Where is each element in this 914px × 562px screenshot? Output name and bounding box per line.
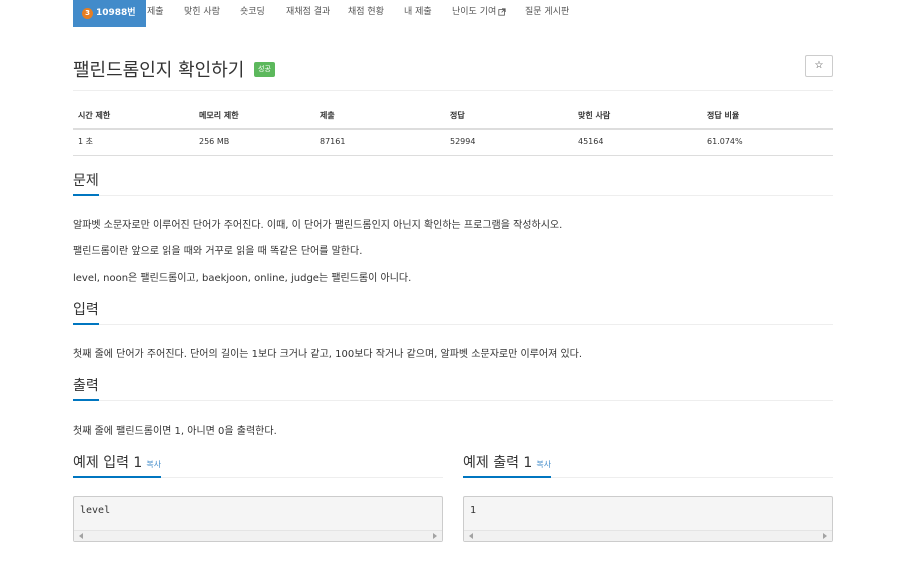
header-memory-limit: 메모리 제한 — [194, 106, 315, 130]
sample-output-scrollbar[interactable] — [464, 530, 832, 541]
problem-heading-bar: 문제 — [73, 172, 833, 196]
status-badge: 성공 — [254, 62, 275, 77]
sample-output-box[interactable]: 1 — [463, 496, 833, 542]
sample-input-value: level — [80, 505, 111, 516]
scroll-left-icon[interactable] — [469, 533, 473, 539]
sample-output-value: 1 — [470, 505, 477, 516]
sample-output-title: 예제 출력 1 — [463, 455, 533, 471]
problem-line-1: 알파벳 소문자로만 이루어진 단어가 주어진다. 이때, 이 단어가 팰린드롬인… — [73, 220, 563, 231]
value-submissions: 87161 — [315, 129, 445, 156]
header-time-limit: 시간 제한 — [73, 106, 194, 130]
header-accepted: 정답 — [445, 106, 573, 130]
sample-input-box[interactable]: level — [73, 496, 443, 542]
info-header-row: 시간 제한 메모리 제한 제출 정답 맞힌 사람 정답 비율 — [73, 106, 833, 130]
star-icon: ☆ — [814, 60, 824, 71]
nav-tab-rejudge-results[interactable]: 재채점 결과 — [286, 0, 330, 27]
output-description: 첫째 줄에 팰린드롬이면 1, 아니면 0을 출력한다. — [73, 426, 277, 437]
title-divider — [73, 90, 833, 91]
value-solved-users: 45164 — [573, 129, 702, 156]
problem-section: 문제 — [73, 172, 833, 196]
input-section: 입력 — [73, 301, 833, 325]
scroll-left-icon[interactable] — [79, 533, 83, 539]
nav-tab-submit[interactable]: 제출 — [147, 0, 164, 27]
external-link-icon — [498, 7, 506, 16]
nav-tab-problem[interactable]: 3 10988번 — [73, 0, 146, 27]
problem-heading: 문제 — [73, 170, 99, 196]
output-section: 출력 — [73, 377, 833, 401]
input-description: 첫째 줄에 단어가 주어진다. 단어의 길이는 1보다 크거나 같고, 100보… — [73, 349, 583, 360]
output-heading-bar: 출력 — [73, 377, 833, 401]
scroll-right-icon[interactable] — [433, 533, 437, 539]
tier-badge-icon: 3 — [82, 8, 93, 19]
nav-tab-short-coding[interactable]: 숏코딩 — [240, 0, 265, 27]
page-title: 팰린드롬인지 확인하기 — [73, 60, 245, 81]
copy-output-link[interactable]: 복사 — [536, 460, 551, 469]
copy-input-link[interactable]: 복사 — [146, 460, 161, 469]
problem-line-2: 팰린드롬이란 앞으로 읽을 때와 거꾸로 읽을 때 똑같은 단어를 말한다. — [73, 246, 363, 257]
nav-tab-solved-users[interactable]: 맞힌 사람 — [184, 0, 220, 27]
value-memory-limit: 256 MB — [194, 129, 315, 156]
sample-input-title: 예제 입력 1 — [73, 455, 143, 471]
info-value-row: 1 초 256 MB 87161 52994 45164 61.074% — [73, 129, 833, 156]
problem-info-table: 시간 제한 메모리 제한 제출 정답 맞힌 사람 정답 비율 1 초 256 M… — [73, 106, 833, 156]
nav-tab-status[interactable]: 채점 현황 — [348, 0, 384, 27]
header-solved-users: 맞힌 사람 — [573, 106, 702, 130]
sample-output-heading-bar: 예제 출력 1 복사 — [463, 454, 833, 478]
problem-nav: 3 10988번 제출 맞힌 사람 숏코딩 재채점 결과 채점 현황 내 제출 … — [0, 0, 914, 27]
nav-tab-difficulty-label: 난이도 기여 — [452, 7, 497, 17]
sample-output-heading: 예제 출력 1 복사 — [463, 452, 552, 478]
sample-input-heading: 예제 입력 1 복사 — [73, 452, 162, 478]
value-accepted: 52994 — [445, 129, 573, 156]
input-heading: 입력 — [73, 299, 99, 325]
sample-input-heading-bar: 예제 입력 1 복사 — [73, 454, 443, 478]
header-submissions: 제출 — [315, 106, 445, 130]
header-accept-rate: 정답 비율 — [702, 106, 833, 130]
nav-tab-qna-board[interactable]: 질문 게시판 — [525, 0, 569, 27]
input-heading-bar: 입력 — [73, 301, 833, 325]
scroll-right-icon[interactable] — [823, 533, 827, 539]
problem-number: 10988번 — [96, 8, 136, 18]
sample-input-scrollbar[interactable] — [74, 530, 442, 541]
output-heading: 출력 — [73, 375, 99, 401]
value-time-limit: 1 초 — [73, 129, 194, 156]
problem-line-3: level, noon은 팰린드롬이고, baekjoon, online, j… — [73, 273, 412, 284]
nav-tab-my-submissions[interactable]: 내 제출 — [404, 0, 432, 27]
star-button[interactable]: ☆ — [805, 55, 833, 77]
value-accept-rate: 61.074% — [702, 129, 833, 156]
nav-tab-difficulty-contrib[interactable]: 난이도 기여 — [452, 0, 506, 27]
